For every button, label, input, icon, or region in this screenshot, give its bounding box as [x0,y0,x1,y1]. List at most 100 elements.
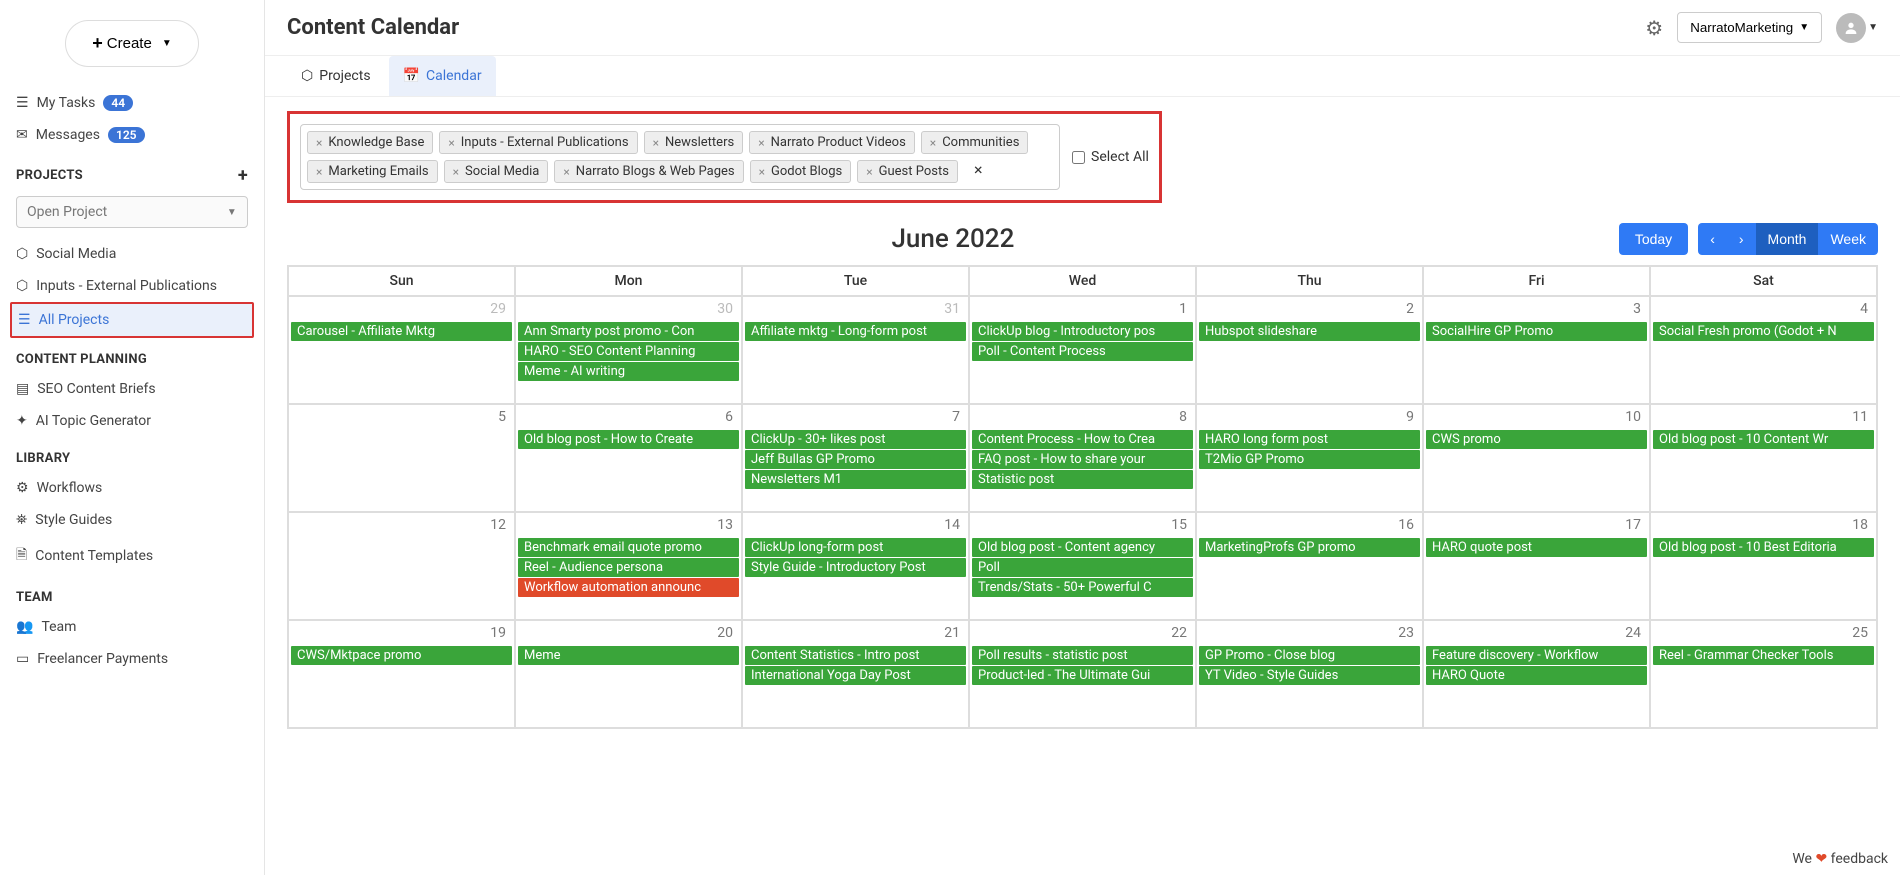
sidebar-item-my-tasks[interactable]: ☰ My Tasks 44 [10,87,254,119]
calendar-cell[interactable]: 13Benchmark email quote promoReel - Audi… [515,512,742,620]
add-project-icon[interactable]: + [238,165,248,186]
calendar-event[interactable]: Ann Smarty post promo - Con [518,322,739,341]
calendar-event[interactable]: FAQ post - How to share your [972,450,1193,469]
calendar-event[interactable]: SocialHire GP Promo [1426,322,1647,341]
calendar-event[interactable]: Feature discovery - Workflow [1426,646,1647,665]
calendar-event[interactable]: Poll [972,558,1193,577]
calendar-event[interactable]: Old blog post - 10 Best Editoria [1653,538,1874,557]
tab-projects[interactable]: ⬡ Projects [287,56,385,96]
remove-chip-icon[interactable]: × [758,136,764,150]
calendar-event[interactable]: Reel - Grammar Checker Tools [1653,646,1874,665]
create-button[interactable]: + Create ▼ [65,20,198,67]
calendar-event[interactable]: HARO - SEO Content Planning [518,342,739,361]
calendar-cell[interactable]: 25Reel - Grammar Checker Tools [1650,620,1877,728]
calendar-event[interactable]: YT Video - Style Guides [1199,666,1420,685]
calendar-cell[interactable]: 24Feature discovery - WorkflowHARO Quote [1423,620,1650,728]
sidebar-item-style-guides[interactable]: ⛯ Style Guides [10,504,254,536]
remove-chip-icon[interactable]: × [653,136,659,150]
calendar-event[interactable]: Style Guide - Introductory Post [745,558,966,577]
calendar-cell[interactable]: 20Meme [515,620,742,728]
calendar-event[interactable]: HARO Quote [1426,666,1647,685]
sidebar-item-ai-topic[interactable]: ✦ AI Topic Generator [10,405,254,437]
calendar-cell[interactable]: 14ClickUp long-form postStyle Guide - In… [742,512,969,620]
gear-icon[interactable]: ⚙ [1645,16,1663,40]
calendar-event[interactable]: Statistic post [972,470,1193,489]
calendar-cell[interactable]: 17HARO quote post [1423,512,1650,620]
filter-chip[interactable]: ×Social Media [444,160,549,183]
calendar-cell[interactable]: 2Hubspot slideshare [1196,296,1423,404]
calendar-event[interactable]: Poll results - statistic post [972,646,1193,665]
calendar-cell[interactable]: 7ClickUp - 30+ likes postJeff Bullas GP … [742,404,969,512]
calendar-event[interactable]: Old blog post - 10 Content Wr [1653,430,1874,449]
sidebar-item-seo-briefs[interactable]: ▤ SEO Content Briefs [10,373,254,405]
calendar-event[interactable]: CWS promo [1426,430,1647,449]
filter-chip-area[interactable]: ×Knowledge Base×Inputs - External Public… [300,124,1060,190]
calendar-cell[interactable]: 18Old blog post - 10 Best Editoria [1650,512,1877,620]
calendar-event[interactable]: Hubspot slideshare [1199,322,1420,341]
calendar-event[interactable]: Social Fresh promo (Godot + N [1653,322,1874,341]
workspace-selector[interactable]: NarratoMarketing ▼ [1677,12,1822,43]
filter-chip[interactable]: ×Inputs - External Publications [439,131,637,154]
remove-chip-icon[interactable]: × [759,165,765,179]
calendar-cell[interactable]: 4Social Fresh promo (Godot + N [1650,296,1877,404]
calendar-cell[interactable]: 31Affiliate mktg - Long-form post [742,296,969,404]
filter-chip[interactable]: ×Godot Blogs [750,160,852,183]
calendar-cell[interactable]: 21Content Statistics - Intro postInterna… [742,620,969,728]
chevron-down-icon[interactable]: ▼ [1868,22,1878,33]
today-button[interactable]: Today [1619,223,1688,255]
calendar-event[interactable]: CWS/Mktpace promo [291,646,512,665]
calendar-cell[interactable]: 22Poll results - statistic postProduct-l… [969,620,1196,728]
calendar-cell[interactable]: 10CWS promo [1423,404,1650,512]
filter-chip[interactable]: ×Marketing Emails [307,160,438,183]
calendar-event[interactable]: HARO quote post [1426,538,1647,557]
calendar-event[interactable]: ClickUp blog - Introductory pos [972,322,1193,341]
calendar-cell[interactable]: 23GP Promo - Close blogYT Video - Style … [1196,620,1423,728]
sidebar-item-social-media[interactable]: ⬡ Social Media [10,238,254,270]
calendar-event[interactable]: MarketingProfs GP promo [1199,538,1420,557]
sidebar-item-messages[interactable]: ✉ Messages 125 [10,119,254,151]
remove-chip-icon[interactable]: × [316,165,322,179]
calendar-event[interactable]: HARO long form post [1199,430,1420,449]
calendar-event[interactable]: Content Process - How to Crea [972,430,1193,449]
calendar-event[interactable]: Meme [518,646,739,665]
month-view-button[interactable]: Month [1756,223,1819,255]
select-all-checkbox[interactable] [1072,151,1085,164]
calendar-cell[interactable]: 12 [288,512,515,620]
feedback-link[interactable]: We ❤ feedback [1792,851,1888,867]
filter-chip[interactable]: ×Guest Posts [857,160,958,183]
sidebar-item-content-templates[interactable]: 🗎 Content Templates [10,536,254,576]
calendar-event[interactable]: ClickUp - 30+ likes post [745,430,966,449]
remove-chip-icon[interactable]: × [930,136,936,150]
calendar-event[interactable]: ClickUp long-form post [745,538,966,557]
calendar-event[interactable]: Workflow automation announc [518,578,739,597]
calendar-event[interactable]: International Yoga Day Post [745,666,966,685]
calendar-cell[interactable]: 5 [288,404,515,512]
remove-chip-icon[interactable]: × [866,165,872,179]
calendar-cell[interactable]: 11Old blog post - 10 Content Wr [1650,404,1877,512]
calendar-event[interactable]: Reel - Audience persona [518,558,739,577]
calendar-cell[interactable]: 30Ann Smarty post promo - ConHARO - SEO … [515,296,742,404]
next-button[interactable]: › [1727,223,1756,255]
calendar-event[interactable]: Affiliate mktg - Long-form post [745,322,966,341]
calendar-cell[interactable]: 3SocialHire GP Promo [1423,296,1650,404]
calendar-event[interactable]: Trends/Stats - 50+ Powerful C [972,578,1193,597]
clear-filters-icon[interactable]: × [964,160,993,183]
remove-chip-icon[interactable]: × [563,165,569,179]
calendar-event[interactable]: GP Promo - Close blog [1199,646,1420,665]
open-project-select[interactable]: Open Project ▼ [16,196,248,228]
calendar-event[interactable]: Old blog post - How to Create [518,430,739,449]
calendar-event[interactable]: Newsletters M1 [745,470,966,489]
tab-calendar[interactable]: 📅 Calendar [389,56,496,96]
prev-button[interactable]: ‹ [1698,223,1727,255]
remove-chip-icon[interactable]: × [453,165,459,179]
calendar-event[interactable]: Content Statistics - Intro post [745,646,966,665]
calendar-cell[interactable]: 19CWS/Mktpace promo [288,620,515,728]
sidebar-item-team[interactable]: 👥 Team [10,611,254,643]
week-view-button[interactable]: Week [1818,223,1878,255]
remove-chip-icon[interactable]: × [316,136,322,150]
calendar-event[interactable]: Benchmark email quote promo [518,538,739,557]
calendar-event[interactable]: T2Mio GP Promo [1199,450,1420,469]
sidebar-item-inputs-external[interactable]: ⬡ Inputs - External Publications [10,270,254,302]
calendar-cell[interactable]: 9HARO long form postT2Mio GP Promo [1196,404,1423,512]
calendar-event[interactable]: Meme - AI writing [518,362,739,381]
